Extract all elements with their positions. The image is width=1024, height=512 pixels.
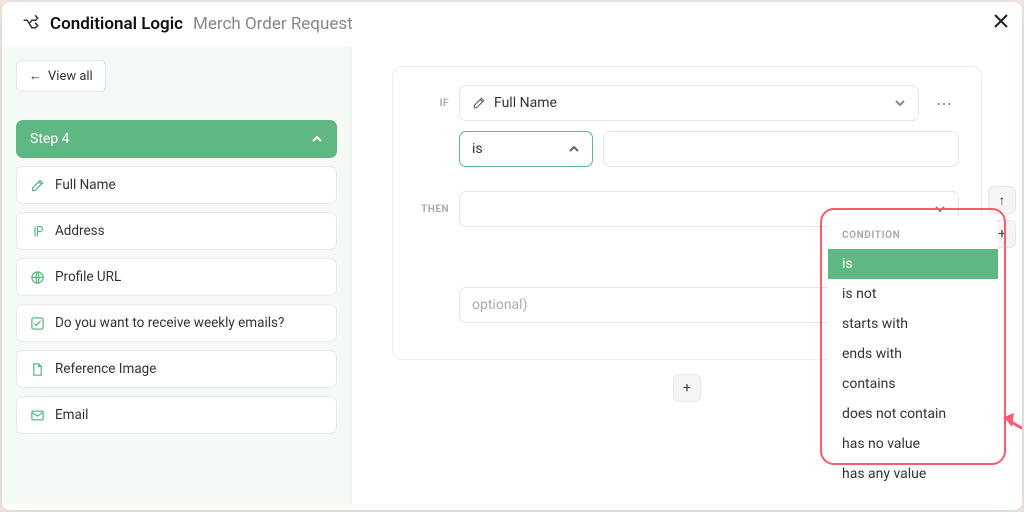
dropdown-item-contains[interactable]: contains <box>828 369 998 399</box>
view-all-label: View all <box>48 69 93 84</box>
dropdown-item-starts-with[interactable]: starts with <box>828 309 998 339</box>
condition-dropdown: CONDITION is is not starts with ends wit… <box>828 216 998 501</box>
field-select[interactable]: Full Name <box>459 85 919 121</box>
plus-icon: + <box>998 226 1006 242</box>
shuffle-icon <box>22 15 40 33</box>
if-label: IF <box>415 98 449 109</box>
then-label: THEN <box>415 204 449 215</box>
check-icon <box>29 315 45 331</box>
view-all-button[interactable]: ← View all <box>16 60 106 92</box>
dropdown-item-has-any-value[interactable]: has any value <box>828 459 998 489</box>
sidebar-item-label: Full Name <box>55 177 116 193</box>
dropdown-item-ends-with[interactable]: ends with <box>828 339 998 369</box>
file-icon <box>29 361 45 377</box>
sidebar-item-weekly-emails[interactable]: Do you want to receive weekly emails? <box>16 304 337 342</box>
add-rule-button[interactable]: + <box>673 374 701 402</box>
arrow-up-icon: ↑ <box>999 192 1006 209</box>
paragraph-icon <box>29 223 45 239</box>
step-accordion-header[interactable]: Step 4 <box>16 120 337 158</box>
modal-header: Conditional Logic Merch Order Request <box>2 2 1022 46</box>
sidebar-item-full-name[interactable]: Full Name <box>16 166 337 204</box>
optional-placeholder: optional) <box>472 297 527 313</box>
sidebar-item-label: Reference Image <box>55 361 156 377</box>
dots-icon: ⋯ <box>936 94 952 113</box>
sidebar-item-reference-image[interactable]: Reference Image <box>16 350 337 388</box>
move-up-button[interactable]: ↑ <box>988 186 1016 214</box>
rule-more-button[interactable]: ⋯ <box>929 88 959 118</box>
edit-icon <box>29 177 45 193</box>
sidebar-item-label: Profile URL <box>55 269 121 285</box>
dropdown-item-has-no-value[interactable]: has no value <box>828 429 998 459</box>
rule-builder: IF Full Name ⋯ is <box>352 46 1022 504</box>
sidebar-item-label: Do you want to receive weekly emails? <box>55 315 284 331</box>
sidebar-item-email[interactable]: Email <box>16 396 337 434</box>
value-input[interactable] <box>603 131 959 167</box>
chevron-up-icon <box>311 133 323 145</box>
dropdown-item-is[interactable]: is <box>828 249 998 279</box>
modal-subtitle: Merch Order Request <box>193 14 353 34</box>
dropdown-section-header: CONDITION <box>828 226 998 249</box>
dropdown-item-is-not[interactable]: is not <box>828 279 998 309</box>
sidebar-item-label: Email <box>55 407 88 423</box>
globe-icon <box>29 269 45 285</box>
field-select-value: Full Name <box>494 95 557 111</box>
close-icon <box>994 14 1008 28</box>
sidebar-item-profile-url[interactable]: Profile URL <box>16 258 337 296</box>
step-label: Step 4 <box>30 131 70 147</box>
chevron-down-icon <box>934 203 946 215</box>
condition-select-value: is <box>472 141 483 157</box>
chevron-down-icon <box>894 97 906 109</box>
mail-icon <box>29 407 45 423</box>
edit-icon <box>472 96 486 110</box>
sidebar: ← View all Step 4 Full Name Address Prof… <box>2 46 352 504</box>
close-button[interactable] <box>994 14 1008 28</box>
chevron-up-icon <box>568 143 580 155</box>
conditional-logic-modal: Conditional Logic Merch Order Request ← … <box>2 2 1022 510</box>
sidebar-item-address[interactable]: Address <box>16 212 337 250</box>
plus-icon: + <box>683 380 691 396</box>
arrow-left-icon: ← <box>29 68 42 84</box>
dropdown-item-does-not-contain[interactable]: does not contain <box>828 399 998 429</box>
condition-select[interactable]: is <box>459 131 593 167</box>
modal-title: Conditional Logic <box>50 14 183 34</box>
sidebar-item-label: Address <box>55 223 105 239</box>
